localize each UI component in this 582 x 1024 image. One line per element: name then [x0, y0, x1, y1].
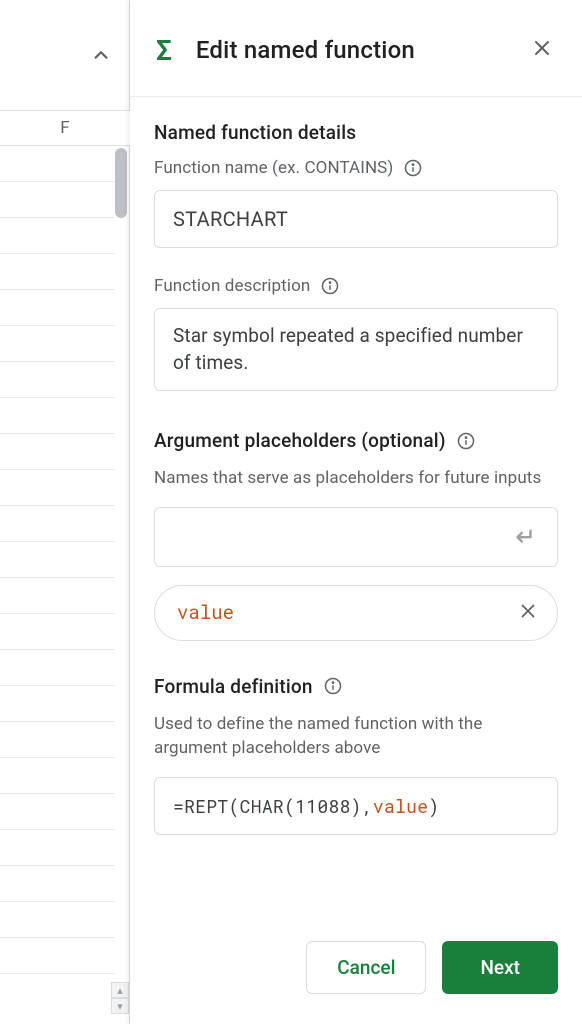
- sheet-cell[interactable]: [0, 398, 115, 434]
- column-header-f[interactable]: F: [0, 110, 130, 146]
- sigma-icon: Σ: [156, 34, 172, 67]
- spreadsheet-background: F ▴ ▾: [0, 0, 130, 1024]
- function-desc-label: Function description: [154, 276, 310, 296]
- sheet-cell[interactable]: [0, 578, 115, 614]
- sheet-cell[interactable]: [0, 650, 115, 686]
- info-icon[interactable]: [456, 431, 476, 451]
- sheet-cell[interactable]: [0, 758, 115, 794]
- sheet-cell[interactable]: [0, 902, 115, 938]
- sheet-cell[interactable]: [0, 866, 115, 902]
- scroll-up-icon[interactable]: ▴: [111, 982, 129, 998]
- function-desc-label-row: Function description: [154, 276, 558, 296]
- function-name-input[interactable]: [154, 190, 558, 248]
- panel-title: Edit named function: [196, 36, 526, 64]
- sheet-cell[interactable]: [0, 290, 115, 326]
- info-icon[interactable]: [320, 276, 340, 296]
- formula-section-title-row: Formula definition: [154, 675, 558, 698]
- details-section-title: Named function details: [154, 121, 558, 144]
- args-help-text: Names that serve as placeholders for fut…: [154, 466, 558, 491]
- arg-placeholder-input-wrap: [154, 507, 558, 567]
- next-button[interactable]: Next: [442, 941, 558, 994]
- function-name-label-row: Function name (ex. CONTAINS): [154, 158, 558, 178]
- args-section-title: Argument placeholders (optional): [154, 429, 446, 452]
- formula-help-text: Used to define the named function with t…: [154, 712, 558, 761]
- info-icon[interactable]: [323, 676, 343, 696]
- arg-placeholder-input[interactable]: [171, 526, 507, 547]
- sheet-cell[interactable]: [0, 146, 115, 182]
- enter-icon[interactable]: [507, 518, 541, 556]
- sheet-cell[interactable]: [0, 326, 115, 362]
- function-name-label: Function name (ex. CONTAINS): [154, 158, 393, 178]
- formula-input[interactable]: =REPT(CHAR(11088),value): [154, 777, 558, 835]
- sheet-cell[interactable]: [0, 794, 115, 830]
- arg-chip-label: value: [177, 600, 234, 625]
- sheet-cell[interactable]: [0, 362, 115, 398]
- panel-body: Named function details Function name (ex…: [130, 97, 582, 919]
- sheet-cell[interactable]: [0, 182, 115, 218]
- function-desc-input[interactable]: [154, 308, 558, 391]
- scroll-down-icon[interactable]: ▾: [111, 998, 129, 1014]
- sheet-cell[interactable]: [0, 254, 115, 290]
- sheet-rows: [0, 146, 115, 974]
- sheet-cell[interactable]: [0, 434, 115, 470]
- panel-footer: Cancel Next: [130, 919, 582, 1024]
- sheet-cell[interactable]: [0, 938, 115, 974]
- formula-text-prefix: =REPT(CHAR(11088),: [173, 794, 373, 818]
- scroll-arrows: ▴ ▾: [110, 982, 130, 1014]
- chip-close-icon[interactable]: [515, 598, 541, 628]
- panel-header: Σ Edit named function: [130, 0, 582, 97]
- sheet-cell[interactable]: [0, 686, 115, 722]
- close-icon[interactable]: [526, 32, 558, 68]
- sheet-cell[interactable]: [0, 542, 115, 578]
- cancel-button[interactable]: Cancel: [306, 941, 426, 994]
- sheet-cell[interactable]: [0, 614, 115, 650]
- args-section-title-row: Argument placeholders (optional): [154, 429, 558, 452]
- arg-chip: value: [154, 585, 558, 641]
- sheet-cell[interactable]: [0, 830, 115, 866]
- sheet-cell[interactable]: [0, 506, 115, 542]
- formula-section-title: Formula definition: [154, 675, 313, 698]
- collapse-chevron-icon[interactable]: [86, 40, 116, 70]
- sheet-cell[interactable]: [0, 218, 115, 254]
- formula-arg-token: value: [373, 794, 429, 818]
- edit-named-function-panel: Σ Edit named function Named function det…: [130, 0, 582, 1024]
- info-icon[interactable]: [403, 158, 423, 178]
- sheet-cell[interactable]: [0, 722, 115, 758]
- formula-text-suffix: ): [428, 794, 439, 818]
- scrollbar-thumb[interactable]: [115, 148, 127, 218]
- sheet-cell[interactable]: [0, 470, 115, 506]
